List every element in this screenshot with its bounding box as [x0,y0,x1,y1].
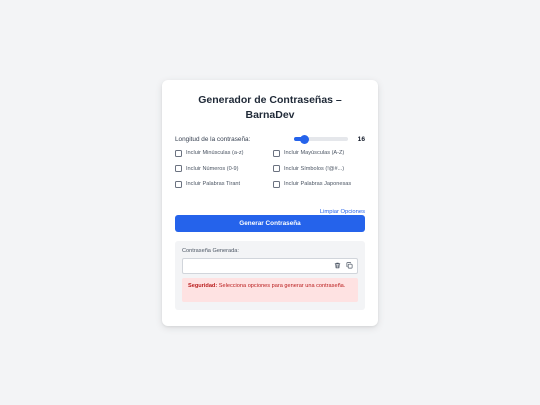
lowercase-checkbox[interactable] [175,149,182,157]
option-label: Incluir Palabras Japonesas [284,181,352,188]
option-label: Incluir Símbolos (!@#...) [284,165,345,172]
security-alert-message: Selecciona opciones para generar una con… [217,282,346,289]
clear-options-link[interactable]: Limpiar Opciones [320,209,365,215]
result-panel: Contraseña Generada: Seguridad: Seleccio… [175,240,365,310]
page-title: Generador de Contraseñas – BarnaDev [198,94,342,121]
option-label: Incluir Minúsculas (a-z) [186,150,244,157]
option-label: Incluir Números (0-9) [186,165,239,172]
option-uppercase[interactable]: Incluir Mayúsculas (A-Z) [273,149,373,158]
clear-row: Limpiar Opciones [175,200,365,215]
copy-icon[interactable] [344,261,354,271]
password-generator-card: Generador de Contraseñas – BarnaDev Long… [162,80,378,326]
option-label: Incluir Mayúsculas (A-Z) [284,150,345,157]
symbols-checkbox[interactable] [273,165,280,173]
length-label: Longitud de la contraseña: [175,135,251,143]
tirant-words-checkbox[interactable] [175,180,182,188]
length-slider[interactable] [294,134,348,144]
option-japanese-words[interactable]: Incluir Palabras Japonesas [273,180,373,189]
generated-password-output[interactable] [182,257,358,274]
option-numbers[interactable]: Incluir Números (0-9) [175,165,273,174]
numbers-checkbox[interactable] [175,165,182,173]
option-symbols[interactable]: Incluir Símbolos (!@#...) [273,165,373,174]
length-slider-thumb[interactable] [299,134,309,144]
length-value: 16 [357,135,365,143]
security-alert: Seguridad: Selecciona opciones para gene… [182,277,358,302]
options-grid: Incluir Minúsculas (a-z) Incluir Mayúscu… [175,149,365,189]
trash-icon[interactable] [332,261,342,271]
security-alert-title: Seguridad: [188,282,218,289]
generate-password-button[interactable]: Generar Contraseña [175,214,365,232]
length-row: Longitud de la contraseña: 16 [175,133,365,145]
generated-password-label: Contraseña Generada: [182,247,239,254]
uppercase-checkbox[interactable] [273,149,280,157]
option-tirant-words[interactable]: Incluir Palabras Tirant [175,180,273,189]
option-label: Incluir Palabras Tirant [186,181,241,188]
option-lowercase[interactable]: Incluir Minúsculas (a-z) [175,149,273,158]
japanese-words-checkbox[interactable] [273,180,280,188]
